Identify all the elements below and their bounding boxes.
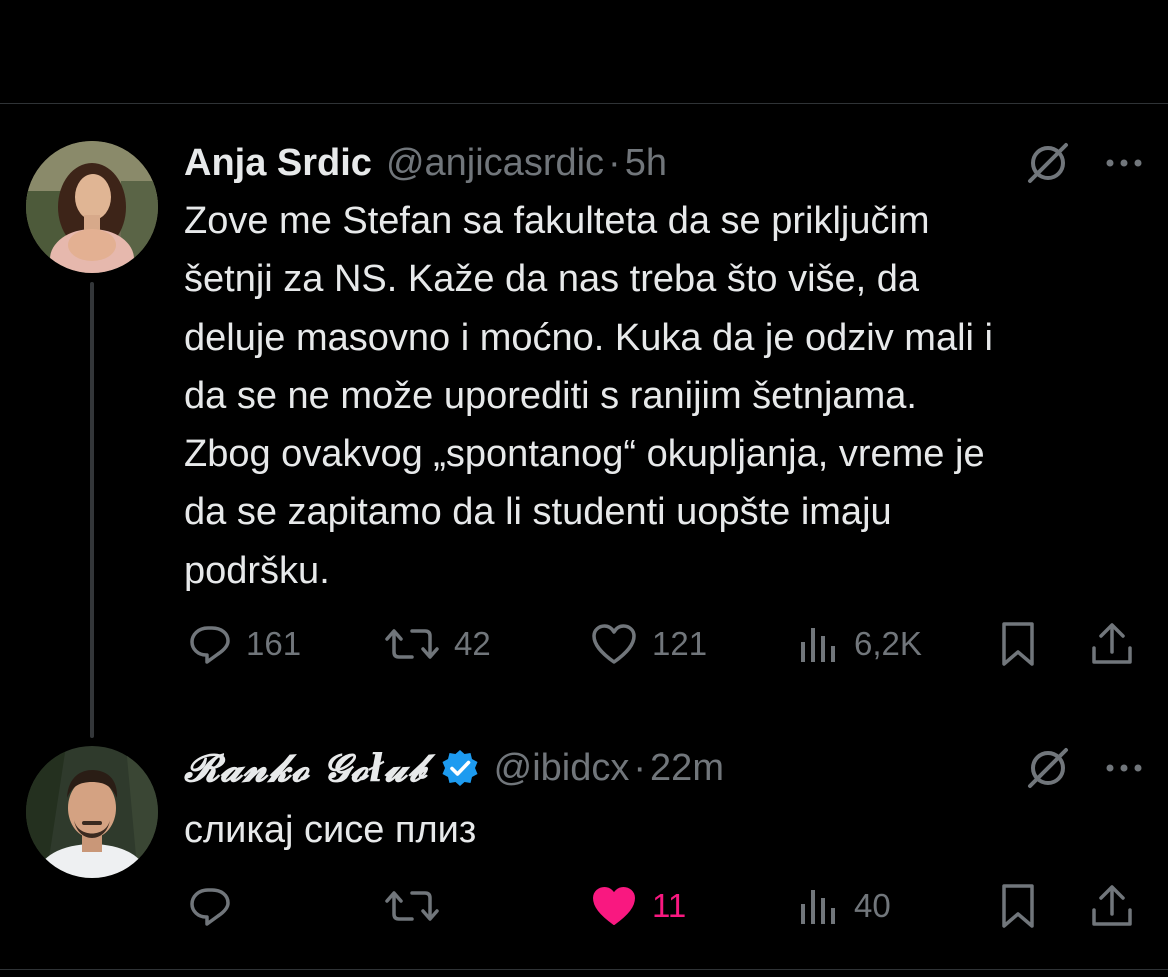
reply-icon xyxy=(188,884,232,928)
repost-button[interactable]: 42 xyxy=(384,619,491,669)
bookmark-icon xyxy=(998,882,1038,930)
views-button[interactable]: 6,2K xyxy=(796,619,922,669)
views-count: 6,2K xyxy=(854,625,922,662)
separator-dot: · xyxy=(633,747,647,789)
bookmark-button[interactable] xyxy=(998,881,1038,931)
views-button[interactable]: 40 xyxy=(796,881,891,931)
avatar-image xyxy=(26,141,158,273)
verified-badge-icon xyxy=(440,748,480,788)
repost-count: 42 xyxy=(454,625,491,662)
display-name[interactable]: Anja Srdic xyxy=(184,141,372,185)
tweet-header-actions xyxy=(1026,141,1144,185)
tweet-actions: 161 42 121 6,2K xyxy=(184,619,1144,669)
heart-icon xyxy=(590,884,638,928)
timestamp[interactable]: 5h xyxy=(625,141,667,185)
tweet-actions: 11 40 xyxy=(184,881,1144,931)
share-icon xyxy=(1088,620,1136,668)
tweet-header: Anja Srdic @anjicasrdic · 5h xyxy=(184,141,667,185)
reply-button[interactable]: 161 xyxy=(188,619,301,669)
timestamp[interactable]: 22m xyxy=(650,746,724,790)
reply-button[interactable] xyxy=(188,881,232,931)
reply-count: 161 xyxy=(246,625,302,662)
bookmark-icon xyxy=(998,620,1038,668)
thread-connector-line xyxy=(90,282,94,738)
grok-icon[interactable] xyxy=(1026,141,1070,185)
repost-button[interactable] xyxy=(384,881,440,931)
tweet-text: сликај сисе плиз xyxy=(184,809,477,851)
avatar-anja[interactable] xyxy=(26,141,158,273)
heart-icon xyxy=(590,622,638,666)
tweet-header-actions xyxy=(1026,746,1144,790)
tweet-header: 𝓡𝓪𝓷𝓴𝓸 𝓖𝓸ł𝓾𝓫 @ibidcx · 22m xyxy=(184,746,724,790)
bottom-divider xyxy=(0,969,1168,970)
display-name[interactable]: 𝓡𝓪𝓷𝓴𝓸 𝓖𝓸ł𝓾𝓫 xyxy=(184,746,428,790)
avatar-image xyxy=(26,746,158,878)
share-button[interactable] xyxy=(1088,619,1136,669)
repost-icon xyxy=(384,884,440,928)
like-button[interactable]: 11 xyxy=(590,881,686,931)
more-icon[interactable] xyxy=(1104,141,1144,185)
like-button[interactable]: 121 xyxy=(590,619,707,669)
top-divider xyxy=(0,103,1168,104)
views-icon xyxy=(796,884,840,928)
user-handle[interactable]: @ibidcx xyxy=(494,746,630,790)
reply-icon xyxy=(188,622,232,666)
more-icon[interactable] xyxy=(1104,746,1144,790)
separator-dot: · xyxy=(608,142,621,184)
like-count: 11 xyxy=(652,887,687,924)
views-icon xyxy=(796,622,840,666)
grok-icon[interactable] xyxy=(1026,746,1070,790)
like-count: 121 xyxy=(652,625,708,662)
bookmark-button[interactable] xyxy=(998,619,1038,669)
tweet-text: Zove me Stefan sa fakulteta da se priklj… xyxy=(184,200,993,592)
repost-icon xyxy=(384,622,440,666)
share-icon xyxy=(1088,882,1136,930)
views-count: 40 xyxy=(854,887,891,924)
share-button[interactable] xyxy=(1088,881,1136,931)
user-handle[interactable]: @anjicasrdic xyxy=(386,141,604,185)
avatar-ranko[interactable] xyxy=(26,746,158,878)
